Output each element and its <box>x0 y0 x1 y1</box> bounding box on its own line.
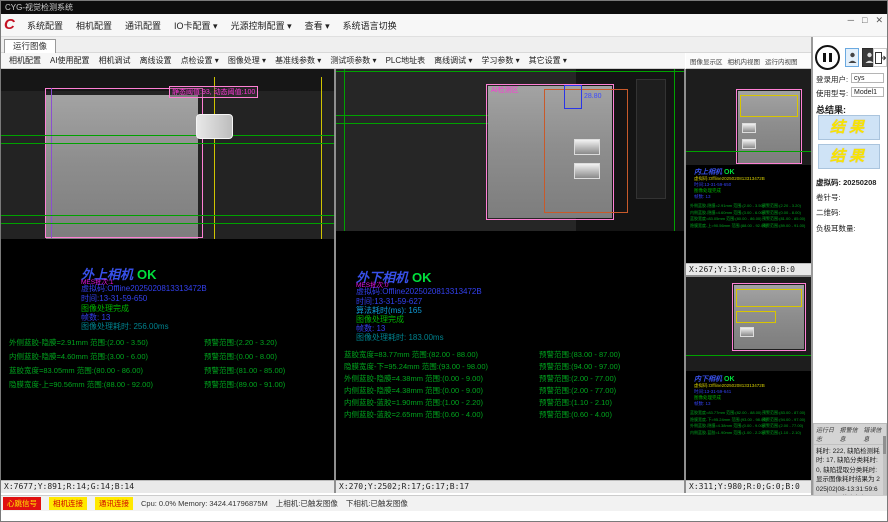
menu-light-config[interactable]: 光源控制配置 ▾ <box>231 19 292 32</box>
tool-baseline-params[interactable]: 基准线参数 ▾ <box>275 55 321 66</box>
tool-camera-debug[interactable]: 相机调试 <box>99 55 131 66</box>
log-scrollbar[interactable] <box>883 436 886 498</box>
left-measure-row: 隐膜宽度-上=90.56mm 范围:(88.00 - 92.00)预警范围:(8… <box>9 379 329 390</box>
left-camera-panel: 静态阈值:93, 动态阈值:100 外上相机OK MES批次:1 虚拟码:Off… <box>1 69 334 493</box>
title-bar[interactable]: CYG-视觉检测系统 <box>1 1 887 14</box>
tool-camera-config[interactable]: 相机配置 <box>9 55 41 66</box>
mini-bottom-rows: 蓝胶宽度=83.77mm 范围:(82.00 - 88.00)预警范围:(83.… <box>690 410 810 436</box>
app-logo-icon: C <box>4 16 22 34</box>
side-panel: 登录用户: cys 使用型号: Model1 总结果: 结果 结果 虚拟码: 2… <box>813 37 887 511</box>
login-user-field[interactable]: cys <box>851 73 884 83</box>
right-measure-row: 外侧蓝胶-隐膜=4.38mm 范围:(0.00 - 9.00)预警范围:(2.0… <box>344 373 684 384</box>
status-bar: 心跳信号 相机连接 通讯连接 Cpu: 0.0% Memory: 3424.41… <box>1 495 887 511</box>
menu-language-switch[interactable]: 系统语言切换 <box>343 19 397 32</box>
lower-camera-trigger-status: 下相机:已触发图像 <box>346 498 408 509</box>
left-measure-row: 内侧蓝胶-隐膜=4.60mm 范围:(3.00 - 6.00)预警范围:(0.0… <box>9 351 329 362</box>
right-measure-row: 隐膜宽度-下=95.24mm 范围:(93.00 - 98.00)预警范围:(9… <box>344 361 684 372</box>
model-field[interactable]: Model1 <box>851 87 884 97</box>
tool-offline-settings[interactable]: 离线设置 <box>140 55 172 66</box>
user-mode-button[interactable] <box>845 48 859 67</box>
mini-top-rows: 外侧蓝胶-隐膜=2.91mm 范围:(2.00 - 3.50)预警范围:(2.2… <box>690 203 810 229</box>
pause-button[interactable] <box>815 45 840 70</box>
tool-offline-debug[interactable]: 离线调试 ▾ <box>434 55 472 66</box>
right-camera-result: OK <box>412 270 432 285</box>
result-box-2: 结果 <box>818 144 880 169</box>
left-measure-row: 外侧蓝胶-隐膜=2.91mm 范围:(2.00 - 3.50)预警范围:(2.2… <box>9 337 329 348</box>
upper-camera-trigger-status: 上相机:已触发图像 <box>276 498 338 509</box>
window-controls: ─ □ ✕ <box>848 15 883 26</box>
mini-bottom-info: 虚拟码:Offline2025020813313472B 时间:13-31-59… <box>694 383 765 407</box>
logout-button[interactable] <box>873 48 887 67</box>
tool-ai-config[interactable]: AI使用配置 <box>50 55 90 66</box>
model-label: 使用型号: <box>816 88 848 99</box>
right-ai-label: AI检测区 <box>491 85 519 95</box>
tool-other-settings[interactable]: 其它设置 ▾ <box>529 55 567 66</box>
window-title: CYG-视觉检测系统 <box>5 3 73 12</box>
mini-view-tabs: 图像显示区 相机内视图 运行内视图 <box>686 53 811 69</box>
mini-top-info: 虚拟码:Offline2025020813313472B 时间:13-31-59… <box>694 176 765 200</box>
bright-feature <box>574 163 600 179</box>
gripper-blob <box>196 114 233 139</box>
log-tab-alarm[interactable]: 报警信息 <box>840 425 861 443</box>
tool-learn-params[interactable]: 学习参数 ▾ <box>481 55 519 66</box>
login-user-label: 登录用户: <box>816 74 848 85</box>
mini-panels-column: 内上相机OK 虚拟码:Offline2025020813313472B 时间:1… <box>686 69 811 493</box>
cpu-memory-status: Cpu: 0.0% Memory: 3424.41796875M <box>141 499 268 508</box>
needle-number-label: 卷针号: <box>816 192 841 203</box>
left-measure-row: 蓝胶宽度=83.05mm 范围:(80.00 - 86.00)预警范围:(81.… <box>9 365 329 376</box>
left-camera-result: OK <box>137 267 157 282</box>
right-elapsed: 图像处理耗时: 183.00ms <box>356 332 444 343</box>
tab-run-image[interactable]: 运行图像 <box>4 39 56 53</box>
minimize-icon[interactable]: ─ <box>848 15 854 26</box>
logout-door-icon <box>875 52 886 64</box>
tool-test-params[interactable]: 测试项参数 ▾ <box>330 55 376 66</box>
right-camera-panel: 28.80 AI检测区 外下相机OK MES批次:0 虚拟码:Offline20… <box>336 69 684 493</box>
mini-top-image[interactable] <box>686 69 811 165</box>
user-icon <box>848 52 857 64</box>
menu-io-config[interactable]: IO卡配置 ▾ <box>174 19 218 32</box>
tab-count-label: 负极耳数量: <box>816 223 856 234</box>
menu-view[interactable]: 查看 ▾ <box>305 19 330 32</box>
tool-plc-table[interactable]: PLC地址表 <box>386 55 426 66</box>
virtual-code-value: 虚拟码: 20250208 <box>816 177 876 188</box>
right-measure-box <box>564 85 582 109</box>
right-camera-image[interactable]: 28.80 AI检测区 <box>336 69 684 231</box>
mini-bottom-image[interactable] <box>686 277 811 371</box>
menu-system-config[interactable]: 系统配置 <box>27 19 63 32</box>
minitab-camera-view[interactable]: 相机内视图 <box>728 56 761 66</box>
heartbeat-badge: 心跳信号 <box>3 497 41 510</box>
right-measure-value: 28.80 <box>584 93 602 100</box>
log-panel: 运行日志 报警信息 错误信息 耗时: 222, 缺陷检测耗时: 17, 缺陷分类… <box>813 423 887 499</box>
left-coords-bar: X:7677;Y:891;R:14;G:14;B:14 <box>1 480 334 493</box>
toolbar: 相机配置 AI使用配置 相机调试 离线设置 点检设置 ▾ 图像处理 ▾ 基准线参… <box>1 53 685 69</box>
qr-code-label: 二维码: <box>816 207 841 218</box>
mini-bottom-coords-bar: X:311;Y:980;R:0;G:0;B:0 <box>686 480 811 493</box>
right-measure-row: 内侧蓝胶-隐膜=4.38mm 范围:(0.00 - 9.00)预警范围:(2.0… <box>344 385 684 396</box>
tool-image-processing[interactable]: 图像处理 ▾ <box>228 55 266 66</box>
minitab-run-view[interactable]: 运行内视图 <box>765 56 798 66</box>
minitab-image-display[interactable]: 图像显示区 <box>690 56 723 66</box>
right-coords-bar: X:270;Y:2502;R:17;G:17;B:17 <box>336 480 684 493</box>
tool-spot-check[interactable]: 点检设置 ▾ <box>181 55 219 66</box>
camera-link-badge: 相机连接 <box>49 497 87 510</box>
result-box-1: 结果 <box>818 115 880 140</box>
app-window: CYG-视觉检测系统 C 系统配置 相机配置 通讯配置 IO卡配置 ▾ 光源控制… <box>0 0 888 522</box>
bright-feature <box>574 139 600 155</box>
menu-camera-config[interactable]: 相机配置 <box>76 19 112 32</box>
log-tab-run[interactable]: 运行日志 <box>816 425 837 443</box>
maximize-icon[interactable]: □ <box>862 15 867 26</box>
log-tabs: 运行日志 报警信息 错误信息 <box>814 424 886 445</box>
right-measure-row: 内侧蓝胶-蓝胶=2.65mm 范围:(0.60 - 4.00)预警范围:(0.6… <box>344 409 684 420</box>
tab-row <box>1 37 887 53</box>
left-elapsed: 图像处理耗时: 256.00ms <box>81 321 169 332</box>
menu-items: 系统配置 相机配置 通讯配置 IO卡配置 ▾ 光源控制配置 ▾ 查看 ▾ 系统语… <box>27 14 397 37</box>
close-icon[interactable]: ✕ <box>875 15 883 26</box>
left-camera-image[interactable]: 静态阈值:93, 动态阈值:100 <box>1 69 334 239</box>
comm-link-badge: 通讯连接 <box>95 497 133 510</box>
left-threshold-overlay: 静态阈值:93, 动态阈值:100 <box>169 86 258 98</box>
right-measure-row: 蓝胶宽度=83.77mm 范围:(82.00 - 88.00)预警范围:(83.… <box>344 349 684 360</box>
menu-comm-config[interactable]: 通讯配置 <box>125 19 161 32</box>
right-measure-row: 内侧蓝胶-蓝胶=1.90mm 范围:(1.00 - 2.20)预警范围:(1.1… <box>344 397 684 408</box>
log-tab-error[interactable]: 错误信息 <box>863 425 884 443</box>
